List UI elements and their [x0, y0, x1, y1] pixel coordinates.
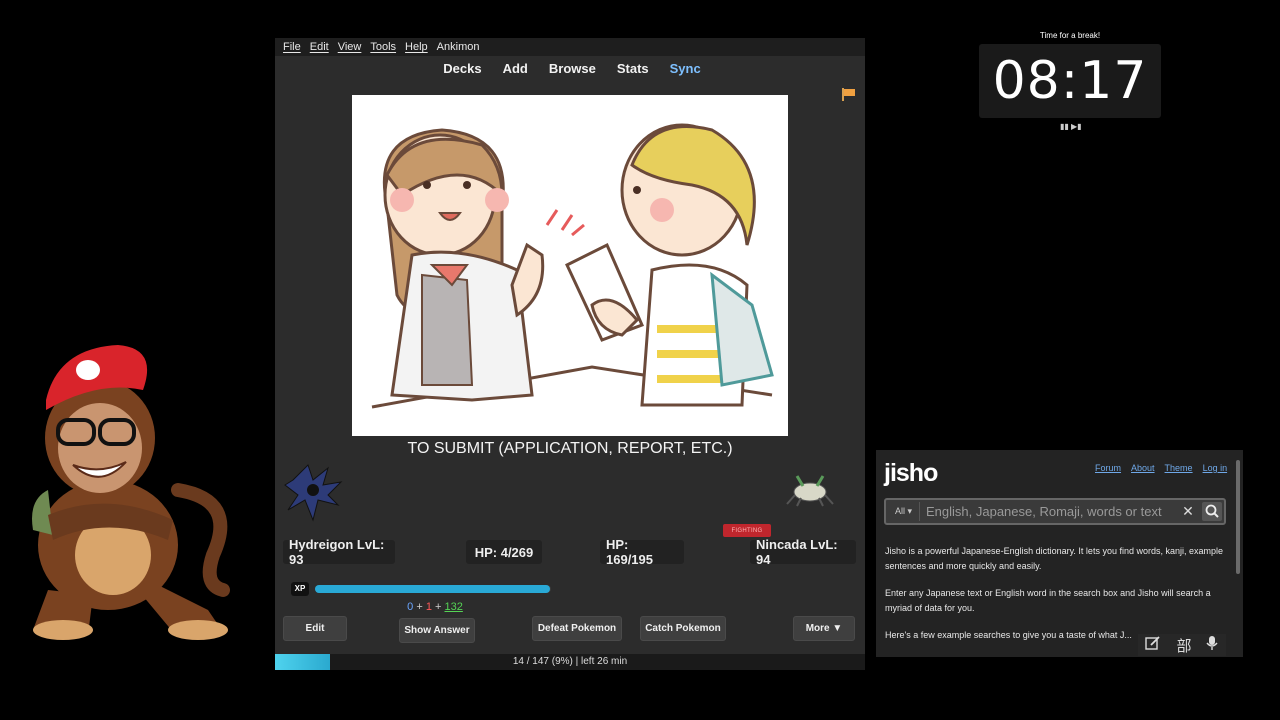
menu-bar: File Edit View Tools Help Ankimon — [275, 38, 865, 56]
jisho-paragraph: Jisho is a powerful Japanese-English dic… — [885, 546, 1224, 571]
player-name-level: Hydreigon LvL: 93 — [283, 537, 395, 567]
menu-help[interactable]: Help — [405, 41, 428, 53]
jisho-paragraph: Enter any Japanese text or English word … — [885, 588, 1211, 613]
main-toolbar: Decks Add Browse Stats Sync — [275, 56, 865, 80]
edit-button[interactable]: Edit — [283, 616, 347, 641]
anki-window: File Edit View Tools Help Ankimon Decks … — [275, 38, 865, 670]
review-count: 132 — [444, 601, 463, 613]
enemy-hp: HP: 169/195 — [600, 537, 684, 567]
xp-bar-fill — [315, 585, 551, 593]
search-scope-select[interactable]: All ▾ — [888, 502, 920, 521]
radicals-icon[interactable]: 部 — [1176, 635, 1191, 656]
clear-icon[interactable]: ✕ — [1180, 502, 1196, 521]
learning-count: 1 — [425, 601, 432, 613]
menu-tools[interactable]: Tools — [370, 41, 396, 53]
new-count: 0 — [407, 601, 414, 613]
jisho-nav-links: Forum About Theme Log in — [1095, 463, 1227, 473]
menu-ankimon[interactable]: Ankimon — [437, 41, 480, 53]
jisho-logo[interactable]: jisho — [884, 459, 938, 488]
menu-view[interactable]: View — [338, 41, 362, 53]
streamer-avatar — [8, 340, 232, 642]
more-button[interactable]: More ▼ — [793, 616, 855, 641]
plus-sign: + — [435, 601, 442, 613]
jisho-search-input[interactable] — [926, 502, 1178, 521]
jisho-scrollbar[interactable] — [1236, 460, 1240, 574]
player-pokemon-sprite — [283, 460, 343, 522]
session-progress-text: 14 / 147 (9%) | left 26 min — [512, 656, 628, 667]
toolbar-browse[interactable]: Browse — [549, 61, 596, 76]
due-counts: 0 + 1 + 132 — [275, 601, 595, 613]
jisho-panel: jisho Forum About Theme Log in All ▾ ✕ J… — [876, 450, 1243, 657]
catch-pokemon-button[interactable]: Catch Pokemon — [640, 616, 726, 641]
toolbar-stats[interactable]: Stats — [617, 61, 649, 76]
enemy-pokemon-sprite — [785, 470, 835, 510]
jisho-link-forum[interactable]: Forum — [1095, 463, 1121, 473]
timer-controls[interactable]: ▮▮ ▶▮ — [1060, 122, 1082, 131]
player-hp: HP: 4/269 — [466, 540, 542, 564]
jisho-link-about[interactable]: About — [1131, 463, 1155, 473]
enemy-type-badge: FIGHTING — [723, 524, 771, 537]
jisho-search-bar: All ▾ ✕ — [884, 498, 1226, 525]
toolbar-sync[interactable]: Sync — [670, 61, 701, 76]
jisho-link-theme[interactable]: Theme — [1165, 463, 1193, 473]
show-answer-button[interactable]: Show Answer — [399, 618, 475, 643]
handwriting-icon[interactable] — [1145, 635, 1161, 656]
search-icon[interactable] — [1202, 502, 1222, 521]
jisho-link-login[interactable]: Log in — [1203, 463, 1228, 473]
xp-label: XP — [291, 582, 309, 596]
jisho-input-tools: 部 — [1138, 634, 1226, 656]
microphone-icon[interactable] — [1206, 635, 1219, 656]
plus-sign: + — [416, 601, 423, 613]
menu-edit[interactable]: Edit — [310, 41, 329, 53]
menu-file[interactable]: File — [283, 41, 301, 53]
toolbar-add[interactable]: Add — [503, 61, 528, 76]
toolbar-decks[interactable]: Decks — [443, 61, 481, 76]
defeat-pokemon-button[interactable]: Defeat Pokemon — [532, 616, 622, 641]
enemy-name-level: Nincada LvL: 94 — [750, 537, 856, 567]
flag-icon[interactable] — [841, 88, 855, 101]
card-illustration — [352, 95, 788, 436]
timer-display: 08:17 — [979, 44, 1161, 118]
timer-caption: Time for a break! — [1039, 31, 1101, 40]
card-answer-text: TO SUBMIT (APPLICATION, REPORT, ETC.) — [407, 440, 733, 457]
battle-status-row: Hydreigon LvL: 93 HP: 4/269 HP: 169/195 … — [275, 537, 865, 567]
